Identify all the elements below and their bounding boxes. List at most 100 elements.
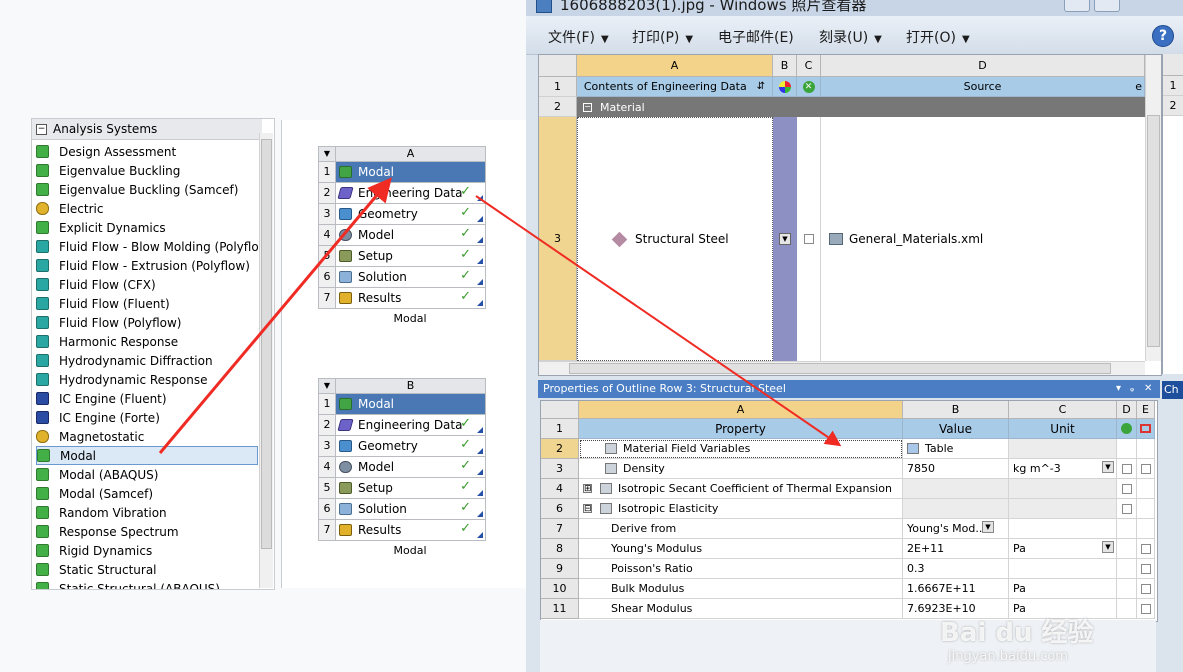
parameter-checkbox[interactable] xyxy=(1140,543,1151,554)
unit-cell[interactable]: kg m^-3 ▼ xyxy=(1009,459,1117,479)
chart-panel-tab[interactable]: Ch xyxy=(1162,381,1183,399)
toolbox-item[interactable]: Design Assessment xyxy=(36,142,258,161)
outline-row-num[interactable]: 2 xyxy=(539,97,577,117)
toolbox-item[interactable]: Fluid Flow - Extrusion (Polyflow) xyxy=(36,256,258,275)
unit-cell[interactable]: Pa xyxy=(1009,599,1117,619)
toolbox-item[interactable]: Modal (Samcef) xyxy=(36,484,258,503)
suppress-checkbox[interactable] xyxy=(1121,463,1132,474)
parameter-cell[interactable] xyxy=(1137,579,1155,599)
suppress-checkbox[interactable] xyxy=(1121,503,1132,514)
structural-steel-cell[interactable]: Structural Steel xyxy=(577,117,773,361)
material-group-row[interactable]: − Material xyxy=(577,97,1145,117)
toolbox-item[interactable]: Modal xyxy=(36,446,258,465)
outline-col-c[interactable]: C xyxy=(797,55,821,77)
cell-modal[interactable]: Modal xyxy=(336,162,485,182)
menu-open[interactable]: 打开(O) ▼ xyxy=(906,27,970,47)
unit-cell[interactable] xyxy=(1009,479,1117,499)
system-cell-row[interactable]: 4 Model ✓ xyxy=(318,225,486,246)
system-cell-row[interactable]: 1 Modal xyxy=(318,162,486,183)
contents-header[interactable]: Contents of Engineering Data ⇵ xyxy=(577,77,773,97)
outline-col-a[interactable]: A xyxy=(577,55,773,77)
property-cell[interactable]: Material Field Variables xyxy=(579,439,903,459)
cell-model[interactable]: Model ✓ xyxy=(336,225,485,245)
suppress-cell[interactable] xyxy=(797,117,821,361)
property-cell[interactable]: Poisson's Ratio xyxy=(579,559,903,579)
toolbox-item[interactable]: Hydrodynamic Diffraction xyxy=(36,351,258,370)
collapse-icon[interactable]: − xyxy=(583,102,592,112)
suppress-cell[interactable] xyxy=(1117,499,1137,519)
system-header[interactable]: ▼ A xyxy=(318,146,486,162)
outline-col-b[interactable]: B xyxy=(773,55,797,77)
props-row-num[interactable]: 8 xyxy=(541,539,579,559)
menu-print[interactable]: 打印(P) ▼ xyxy=(632,27,693,47)
cell-setup[interactable]: Setup ✓ xyxy=(336,478,485,498)
unit-cell[interactable]: Pa ▼ xyxy=(1009,539,1117,559)
parameter-cell[interactable] xyxy=(1137,559,1155,579)
system-caption[interactable]: Modal xyxy=(318,541,486,561)
parameter-cell[interactable] xyxy=(1137,459,1155,479)
toolbox-item[interactable]: Electric xyxy=(36,199,258,218)
outline-col-d[interactable]: D xyxy=(821,55,1145,77)
system-cell-row[interactable]: 7 Results ✓ xyxy=(318,288,486,309)
props-row-num[interactable]: 2 xyxy=(541,439,579,459)
toolbox-item[interactable]: Modal (ABAQUS) xyxy=(36,465,258,484)
cell-setup[interactable]: Setup ✓ xyxy=(336,246,485,266)
system-cell-row[interactable]: 1 Modal xyxy=(318,394,486,415)
parameter-cell[interactable] xyxy=(1137,519,1155,539)
value-cell[interactable] xyxy=(903,479,1009,499)
pin-icon[interactable]: ᵩ xyxy=(1130,380,1134,398)
props-row-num[interactable]: 4 xyxy=(541,479,579,499)
material-color-cell[interactable]: ▼ xyxy=(773,117,797,361)
system-cell-row[interactable]: 2 Engineering Data ✓ xyxy=(318,183,486,204)
toolbox-item[interactable]: Harmonic Response xyxy=(36,332,258,351)
props-row-num[interactable]: 10 xyxy=(541,579,579,599)
parameter-checkbox[interactable] xyxy=(1140,563,1151,574)
system-cell-row[interactable]: 5 Setup ✓ xyxy=(318,478,486,499)
toolbox-item[interactable]: Response Spectrum xyxy=(36,522,258,541)
props-col-e[interactable]: E xyxy=(1137,401,1155,419)
toolbox-item[interactable]: Magnetostatic xyxy=(36,427,258,446)
system-cell-row[interactable]: 2 Engineering Data ✓ xyxy=(318,415,486,436)
parameter-cell[interactable] xyxy=(1137,499,1155,519)
cell-eng[interactable]: Engineering Data ✓ xyxy=(336,183,485,203)
props-col-d[interactable]: D xyxy=(1117,401,1137,419)
value-cell[interactable] xyxy=(903,499,1009,519)
props-row-num[interactable]: 11 xyxy=(541,599,579,619)
suppress-checkbox[interactable] xyxy=(803,234,814,244)
props-row-num[interactable]: 9 xyxy=(541,559,579,579)
props-row-num[interactable]: 6 xyxy=(541,499,579,519)
value-cell[interactable]: Young's Mod... ▼ xyxy=(903,519,1009,539)
parameter-cell[interactable] xyxy=(1137,539,1155,559)
props-col-b[interactable]: B xyxy=(903,401,1009,419)
suppress-cell[interactable] xyxy=(1117,599,1137,619)
toolbox-item[interactable]: Eigenvalue Buckling xyxy=(36,161,258,180)
toolbox-item[interactable]: Hydrodynamic Response xyxy=(36,370,258,389)
minimize-button[interactable] xyxy=(1064,0,1090,12)
property-cell[interactable]: Shear Modulus xyxy=(579,599,903,619)
suppress-cell[interactable] xyxy=(1117,479,1137,499)
suppress-checkbox[interactable] xyxy=(1121,483,1132,494)
chevron-down-icon[interactable]: ▼ xyxy=(319,379,336,393)
system-cell-row[interactable]: 6 Solution ✓ xyxy=(318,267,486,288)
system-cell-row[interactable]: 3 Geometry ✓ xyxy=(318,204,486,225)
menu-file[interactable]: 文件(F) ▼ xyxy=(548,27,609,47)
parameter-checkbox[interactable] xyxy=(1140,463,1151,474)
toolbox-item[interactable]: Fluid Flow (Fluent) xyxy=(36,294,258,313)
unit-cell[interactable] xyxy=(1009,499,1117,519)
property-cell[interactable]: Bulk Modulus xyxy=(579,579,903,599)
menu-email[interactable]: 电子邮件(E) xyxy=(718,27,794,47)
parameter-cell[interactable] xyxy=(1137,439,1155,459)
system-cell-row[interactable]: 4 Model ✓ xyxy=(318,457,486,478)
dropdown-icon[interactable]: ▼ xyxy=(1102,461,1114,473)
cell-modal[interactable]: Modal xyxy=(336,394,485,414)
toolbox-item[interactable]: Explicit Dynamics xyxy=(36,218,258,237)
expand-icon[interactable]: ⊞ xyxy=(583,484,592,494)
parameter-cell[interactable] xyxy=(1137,599,1155,619)
panel-menu-icon[interactable]: ▾ xyxy=(1116,380,1121,398)
toolbox-item[interactable]: Random Vibration xyxy=(36,503,258,522)
close-icon[interactable]: ✕ xyxy=(1144,380,1152,398)
dropdown-icon[interactable]: ▼ xyxy=(982,521,994,533)
toolbox-item[interactable]: Eigenvalue Buckling (Samcef) xyxy=(36,180,258,199)
parameter-checkbox[interactable] xyxy=(1140,603,1151,614)
outline-row-num[interactable]: 3 xyxy=(539,117,577,361)
